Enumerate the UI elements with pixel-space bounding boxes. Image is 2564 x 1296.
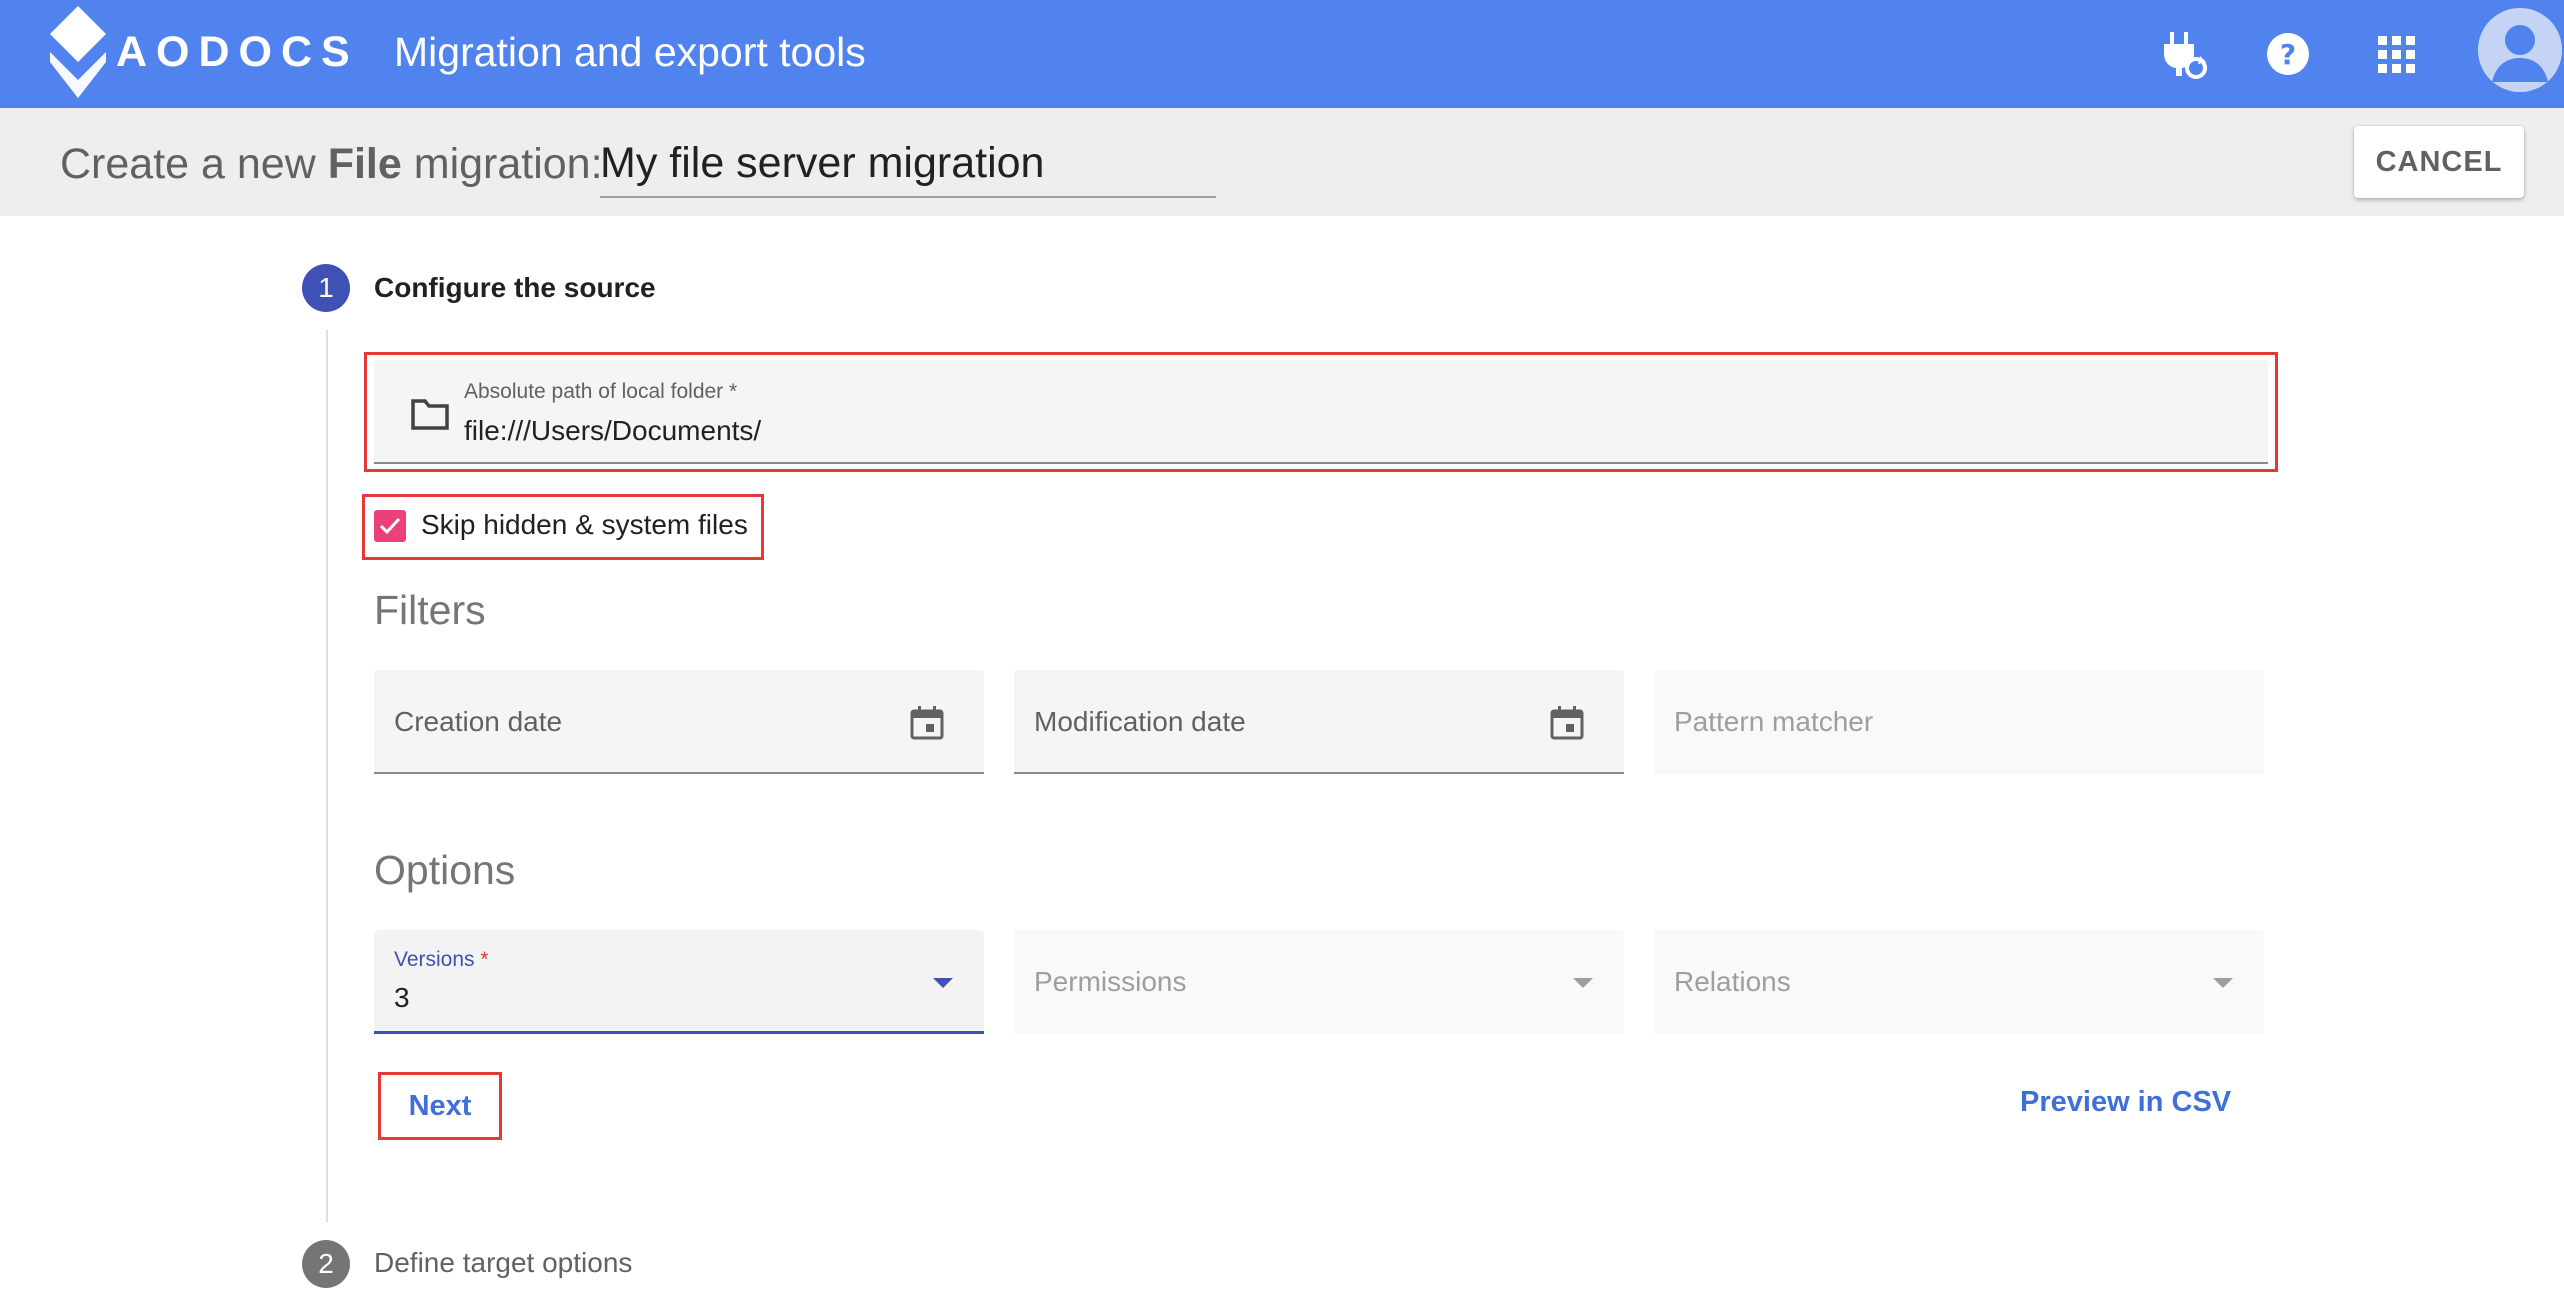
- cancel-button[interactable]: CANCEL: [2354, 126, 2524, 198]
- preview-csv-button[interactable]: Preview in CSV: [2020, 1086, 2231, 1119]
- calendar-icon[interactable]: [1548, 704, 1586, 742]
- app-bar: AODOCS Migration and export tools ?: [0, 0, 2564, 108]
- migration-header: Create a new File migration: CANCEL: [0, 108, 2564, 216]
- versions-value: 3: [394, 982, 410, 1013]
- local-folder-path-field[interactable]: Absolute path of local folder *: [374, 360, 2268, 464]
- versions-label: Versions *: [394, 948, 489, 971]
- calendar-icon[interactable]: [908, 704, 946, 742]
- modification-date-field[interactable]: Modification date: [1014, 670, 1624, 774]
- creation-date-label: Creation date: [394, 706, 563, 737]
- creation-date-field[interactable]: Creation date: [374, 670, 984, 774]
- plug-refresh-icon[interactable]: [2154, 26, 2210, 82]
- step-1-indicator: 1: [302, 264, 350, 312]
- pattern-matcher-label: Pattern matcher: [1674, 706, 1874, 737]
- help-icon[interactable]: ?: [2260, 26, 2316, 82]
- path-field-label: Absolute path of local folder *: [464, 380, 738, 403]
- relations-label: Relations: [1674, 966, 1791, 997]
- path-input[interactable]: [464, 412, 2224, 450]
- dropdown-arrow-icon: [2213, 978, 2233, 988]
- step-2-label[interactable]: Define target options: [374, 1246, 632, 1280]
- app-title: Migration and export tools: [394, 29, 866, 75]
- permissions-select[interactable]: Permissions: [1014, 930, 1624, 1034]
- next-button[interactable]: Next: [378, 1072, 502, 1140]
- modification-date-label: Modification date: [1034, 706, 1246, 737]
- permissions-label: Permissions: [1034, 966, 1187, 997]
- filters-title: Filters: [374, 587, 486, 633]
- dropdown-arrow-icon: [1573, 978, 1593, 988]
- brand-name: AODOCS: [116, 28, 359, 76]
- versions-select[interactable]: Versions * 3: [374, 930, 984, 1034]
- pattern-matcher-field[interactable]: Pattern matcher: [1654, 670, 2264, 774]
- folder-icon: [411, 399, 449, 430]
- page-title: Create a new File migration:: [60, 140, 603, 188]
- step-2-indicator: 2: [302, 1240, 350, 1288]
- skip-hidden-label[interactable]: Skip hidden & system files: [421, 508, 748, 542]
- options-title: Options: [374, 847, 516, 893]
- check-icon: [379, 517, 401, 535]
- step-1-label[interactable]: Configure the source: [374, 271, 656, 305]
- relations-select[interactable]: Relations: [1654, 930, 2264, 1034]
- apps-grid-icon[interactable]: [2368, 26, 2424, 82]
- stepper-line: [326, 330, 328, 1222]
- account-avatar-icon[interactable]: [2478, 8, 2562, 92]
- svg-text:?: ?: [2280, 38, 2296, 71]
- skip-hidden-checkbox[interactable]: [374, 510, 406, 542]
- dropdown-arrow-icon: [933, 978, 953, 988]
- aodocs-logo-icon: [50, 6, 106, 98]
- migration-name-input[interactable]: [600, 130, 1216, 198]
